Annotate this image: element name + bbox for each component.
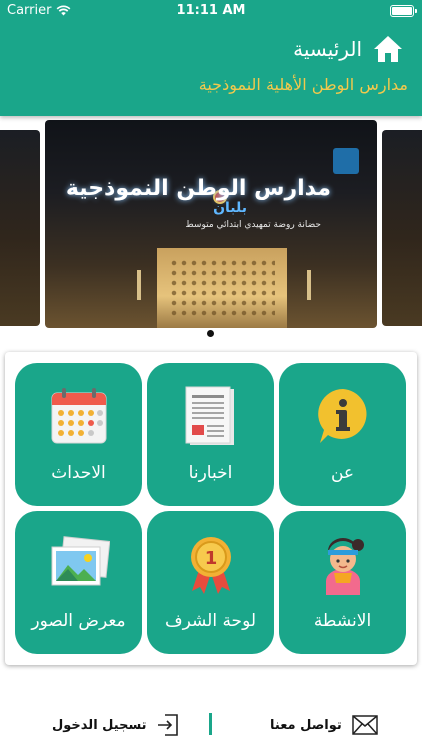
login-button[interactable]: تسجيل الدخول (52, 710, 181, 740)
tile-honor-board[interactable]: 1 لوحة الشرف (147, 511, 274, 654)
image-carousel[interactable]: مدارس الوطن النموذجية بلبان حضانة روضة ت… (0, 116, 422, 346)
envelope-icon (352, 715, 378, 735)
tile-about[interactable]: عن (279, 363, 406, 506)
lamp-decoration (137, 270, 141, 300)
home-title-row: الرئيسية (293, 34, 404, 64)
login-icon (157, 714, 178, 736)
tile-label: الانشطة (313, 611, 372, 631)
status-time: 11:11 AM (176, 3, 246, 18)
info-icon (318, 389, 367, 443)
tile-photo-gallery[interactable]: معرض الصور (15, 511, 142, 654)
svg-text:1: 1 (205, 548, 218, 569)
school-logo-icon (333, 148, 359, 174)
lamp-decoration (307, 270, 311, 300)
contact-us-button[interactable]: تواصل معنا (270, 710, 378, 740)
tile-events[interactable]: الاحداث (15, 363, 142, 506)
tile-label: اخبارنا (188, 463, 233, 483)
menu-grid: عن اخبارنا الاحداث الانشطة 1 لوحة الشرف … (5, 352, 417, 665)
building-entrance (157, 248, 287, 328)
tile-label: لوحة الشرف (164, 611, 257, 631)
school-name: مدارس الوطن الأهلية النموذجية (198, 75, 408, 94)
tile-label: معرض الصور (31, 611, 126, 631)
page-indicator-dot[interactable] (207, 330, 214, 337)
carousel-slide-current[interactable]: مدارس الوطن النموذجية بلبان حضانة روضة ت… (45, 120, 377, 328)
contact-us-label: تواصل معنا (270, 717, 342, 733)
battery-icon (390, 5, 417, 17)
footer-bar: تواصل معنا تسجيل الدخول (0, 700, 422, 750)
athlete-icon (326, 538, 364, 595)
carousel-slide-previous[interactable] (0, 130, 40, 326)
tile-label: الاحداث (51, 463, 106, 483)
footer-divider (209, 713, 212, 735)
page-title: الرئيسية (293, 37, 362, 61)
sign-subtitle: بلبان (213, 200, 247, 216)
tile-label: عن (330, 463, 355, 483)
login-label: تسجيل الدخول (52, 717, 147, 733)
sign-stages: حضانة روضة تمهيدي ابتدائي متوسط (185, 220, 321, 230)
newspaper-icon (185, 386, 234, 445)
gallery-icon (51, 536, 110, 586)
carousel-slide-next[interactable] (382, 130, 422, 326)
tile-news[interactable]: اخبارنا (147, 363, 274, 506)
tile-activities[interactable]: الانشطة (279, 511, 406, 654)
sign-title: مدارس الوطن النموذجية (65, 176, 331, 201)
status-bar: Carrier 11:11 AM (0, 0, 422, 24)
app-header: Carrier 11:11 AM الرئيسية مدارس الوطن ال… (0, 0, 422, 116)
calendar-icon (51, 388, 107, 444)
medal-icon: 1 (191, 537, 231, 594)
home-icon[interactable] (372, 34, 404, 64)
